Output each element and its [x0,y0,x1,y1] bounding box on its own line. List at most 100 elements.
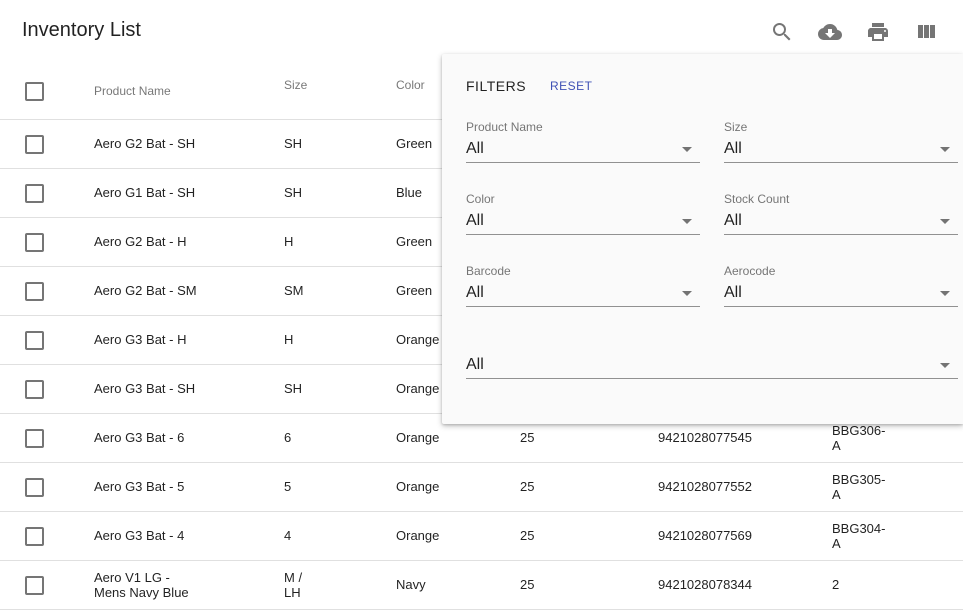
reset-button[interactable]: RESET [550,79,593,93]
cell-color: Orange [396,332,440,347]
cell-aerocode: BBG306- A [832,423,886,453]
filter-stock-count-value: All [724,212,742,229]
row-checkbox[interactable] [25,331,44,350]
filters-title: FILTERS [466,78,527,94]
row-checkbox[interactable] [25,135,44,154]
column-header-product-name[interactable]: Product Name [94,84,171,98]
filter-color-value: All [466,212,484,229]
filter-size-select[interactable]: All [724,138,958,163]
row-checkbox[interactable] [25,478,44,497]
cell-size: M / LH [284,570,303,600]
row-checkbox[interactable] [25,527,44,546]
cell-color: Navy [396,577,426,592]
cell-stock-count: 25 [520,528,535,543]
filter-aerocode-value: All [724,284,742,301]
cell-aerocode: BBG304- A [832,521,886,551]
cell-product-name: Aero V1 LG - Mens Navy Blue [94,570,189,600]
filter-aerocode-field: Aerocode All [724,264,958,307]
filter-stock-count-select[interactable]: All [724,210,958,235]
dropdown-arrow-icon[interactable] [940,147,950,152]
cell-size: H [284,332,294,347]
column-header-color[interactable]: Color [396,78,425,92]
cell-size: SH [284,381,303,396]
filter-size-label: Size [724,120,748,134]
cell-product-name: Aero G1 Bat - SH [94,185,196,200]
filter-product-name-value: All [466,140,484,157]
dropdown-arrow-icon[interactable] [940,291,950,296]
filter-color-field: Color All [466,192,700,235]
filter-stock-count-label: Stock Count [724,192,790,206]
filter-product-name-select[interactable]: All [466,138,700,163]
select-all-checkbox[interactable] [25,82,44,101]
cell-stock-count: 25 [520,577,535,592]
cell-color: Green [396,136,433,151]
filter-aerocode-label: Aerocode [724,264,776,278]
row-checkbox[interactable] [25,429,44,448]
cell-product-name: Aero G3 Bat - 6 [94,430,185,445]
cell-size: SH [284,185,303,200]
cell-product-name: Aero G2 Bat - SH [94,136,196,151]
cell-stock-count: 25 [520,479,535,494]
filters-panel: FILTERS RESET Product Name All Size All Colo… [442,54,963,424]
search-icon[interactable] [768,18,796,46]
cell-barcode: 9421028077552 [658,479,752,494]
cell-color: Green [396,283,433,298]
row-checkbox[interactable] [25,576,44,595]
filter-extra-value: All [466,356,484,373]
cell-size: 6 [284,430,292,445]
cell-color: Blue [396,185,423,200]
cell-size: SH [284,136,303,151]
row-checkbox[interactable] [25,380,44,399]
row-checkbox[interactable] [25,282,44,301]
page-title: Inventory List [22,19,141,41]
cell-size: H [284,234,294,249]
table-row[interactable]: Aero G3 Bat - 5 5 Orange 25 9421028077552 BBG… [0,463,963,512]
filter-color-label: Color [466,192,495,206]
dropdown-arrow-icon[interactable] [682,219,692,224]
print-icon[interactable] [864,18,892,46]
toolbar: Inventory List [0,0,963,62]
filter-barcode-select[interactable]: All [466,282,700,307]
cell-aerocode: BBG305- A [832,472,886,502]
filter-size-field: Size All [724,120,958,163]
cell-barcode: 9421028078344 [658,577,752,592]
dropdown-arrow-icon[interactable] [682,291,692,296]
filter-color-select[interactable]: All [466,210,700,235]
cell-stock-count: 25 [520,430,535,445]
filter-size-value: All [724,140,742,157]
row-checkbox[interactable] [25,184,44,203]
filter-barcode-value: All [466,284,484,301]
cell-color: Green [396,234,433,249]
cloud-download-icon[interactable] [816,18,844,46]
dropdown-arrow-icon[interactable] [682,147,692,152]
cell-color: Orange [396,528,440,543]
filter-barcode-field: Barcode All [466,264,700,307]
filter-product-name-field: Product Name All [466,120,700,163]
filter-barcode-label: Barcode [466,264,511,278]
cell-size: SM [284,283,304,298]
cell-product-name: Aero G2 Bat - H [94,234,187,249]
cell-color: Orange [396,479,440,494]
filter-product-name-label: Product Name [466,120,543,134]
cell-product-name: Aero G3 Bat - 4 [94,528,185,543]
filter-aerocode-select[interactable]: All [724,282,958,307]
cell-color: Orange [396,430,440,445]
cell-product-name: Aero G3 Bat - SH [94,381,196,396]
table-row[interactable]: Aero G3 Bat - 4 4 Orange 25 9421028077569 BBG… [0,512,963,561]
cell-product-name: Aero G3 Bat - H [94,332,187,347]
cell-barcode: 9421028077545 [658,430,752,445]
filter-extra-label [466,336,958,352]
filter-extra-field: All [466,336,958,379]
row-checkbox[interactable] [25,233,44,252]
dropdown-arrow-icon[interactable] [940,219,950,224]
column-header-size[interactable]: Size [284,78,307,92]
filter-stock-count-field: Stock Count All [724,192,958,235]
cell-color: Orange [396,381,440,396]
cell-product-name: Aero G3 Bat - 5 [94,479,185,494]
cell-size: 4 [284,528,292,543]
view-column-icon[interactable] [912,18,940,46]
filter-extra-select[interactable]: All [466,354,958,379]
dropdown-arrow-icon[interactable] [940,363,950,368]
cell-size: 5 [284,479,292,494]
cell-product-name: Aero G2 Bat - SM [94,283,197,298]
